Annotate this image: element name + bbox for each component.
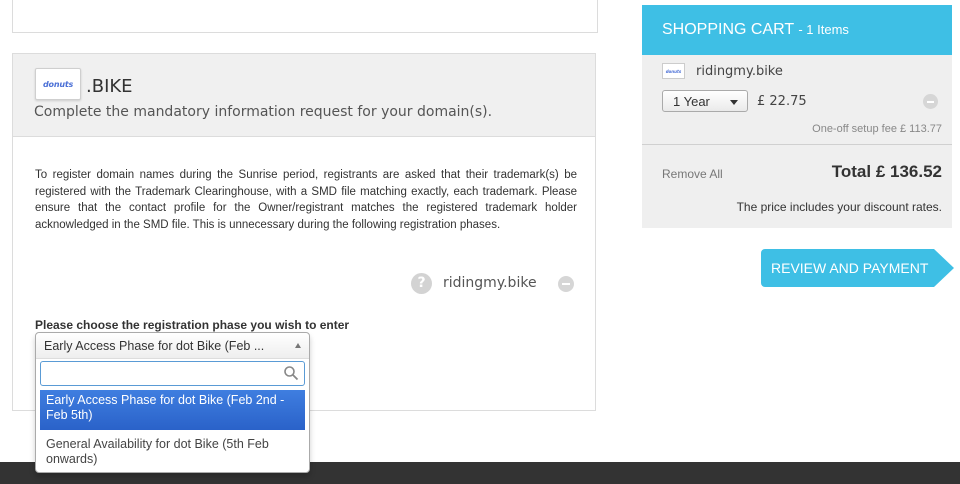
pay-button-body[interactable]: REVIEW AND PAYMENT xyxy=(761,249,934,287)
sunrise-instructions: To register domain names during the Sunr… xyxy=(35,169,577,231)
domain-name: ridingmy.bike xyxy=(443,275,537,291)
review-and-payment-button[interactable]: REVIEW AND PAYMENT xyxy=(761,249,956,287)
phase-label: Please choose the registration phase you… xyxy=(35,318,350,332)
cart-item-logo: donuts xyxy=(662,63,685,79)
tld-title: .BIKE xyxy=(86,76,133,97)
remove-domain-icon[interactable] xyxy=(558,276,574,292)
cart-header: SHOPPING CART - 1 Items xyxy=(642,5,952,55)
cart-item-count: - 1 Items xyxy=(798,22,849,37)
domain-row: ? ridingmy.bike xyxy=(411,272,581,296)
registry-logo-text: donuts xyxy=(43,79,73,89)
panel-header: donuts .BIKE Complete the mandatory info… xyxy=(13,54,595,137)
cart-logo-text: donuts xyxy=(665,68,682,74)
shopping-cart: SHOPPING CART - 1 Items donuts ridingmy.… xyxy=(642,5,952,228)
cart-title: SHOPPING CART - 1 Items xyxy=(662,21,849,39)
cart-item-domain: ridingmy.bike xyxy=(696,64,783,79)
phase-option-early-access[interactable]: Early Access Phase for dot Bike (Feb 2nd… xyxy=(40,390,305,430)
chevron-up-icon xyxy=(295,343,301,348)
cart-total: Total £ 136.52 xyxy=(831,162,942,181)
arrow-right-icon[interactable] xyxy=(934,249,954,287)
phase-search-input[interactable] xyxy=(40,361,305,386)
chevron-down-icon xyxy=(730,100,738,105)
cart-item-price: £ 22.75 xyxy=(757,94,807,109)
previous-panel xyxy=(12,0,598,33)
help-icon[interactable]: ? xyxy=(411,273,432,294)
period-select[interactable]: 1 Year xyxy=(662,90,748,112)
phase-select-current[interactable]: Early Access Phase for dot Bike (Feb ... xyxy=(36,333,309,359)
pay-button-label: REVIEW AND PAYMENT xyxy=(771,260,929,276)
cart-item: donuts ridingmy.bike 1 Year £ 22.75 One-… xyxy=(642,55,952,145)
discount-note: The price includes your discount rates. xyxy=(736,200,942,214)
phase-select-value: Early Access Phase for dot Bike (Feb ... xyxy=(44,339,265,353)
panel-subtitle: Complete the mandatory information reque… xyxy=(34,104,493,120)
registry-logo: donuts xyxy=(35,68,81,100)
phase-select-dropdown[interactable]: Early Access Phase for dot Bike (Feb ...… xyxy=(35,332,310,473)
remove-all-link[interactable]: Remove All xyxy=(662,167,723,181)
setup-fee: One-off setup fee £ 113.77 xyxy=(812,123,942,135)
period-select-value: 1 Year xyxy=(673,94,710,109)
remove-item-icon[interactable] xyxy=(923,94,938,109)
cart-title-text: SHOPPING CART xyxy=(662,21,794,38)
phase-option-general-availability[interactable]: General Availability for dot Bike (5th F… xyxy=(40,434,305,470)
search-icon xyxy=(284,366,299,381)
